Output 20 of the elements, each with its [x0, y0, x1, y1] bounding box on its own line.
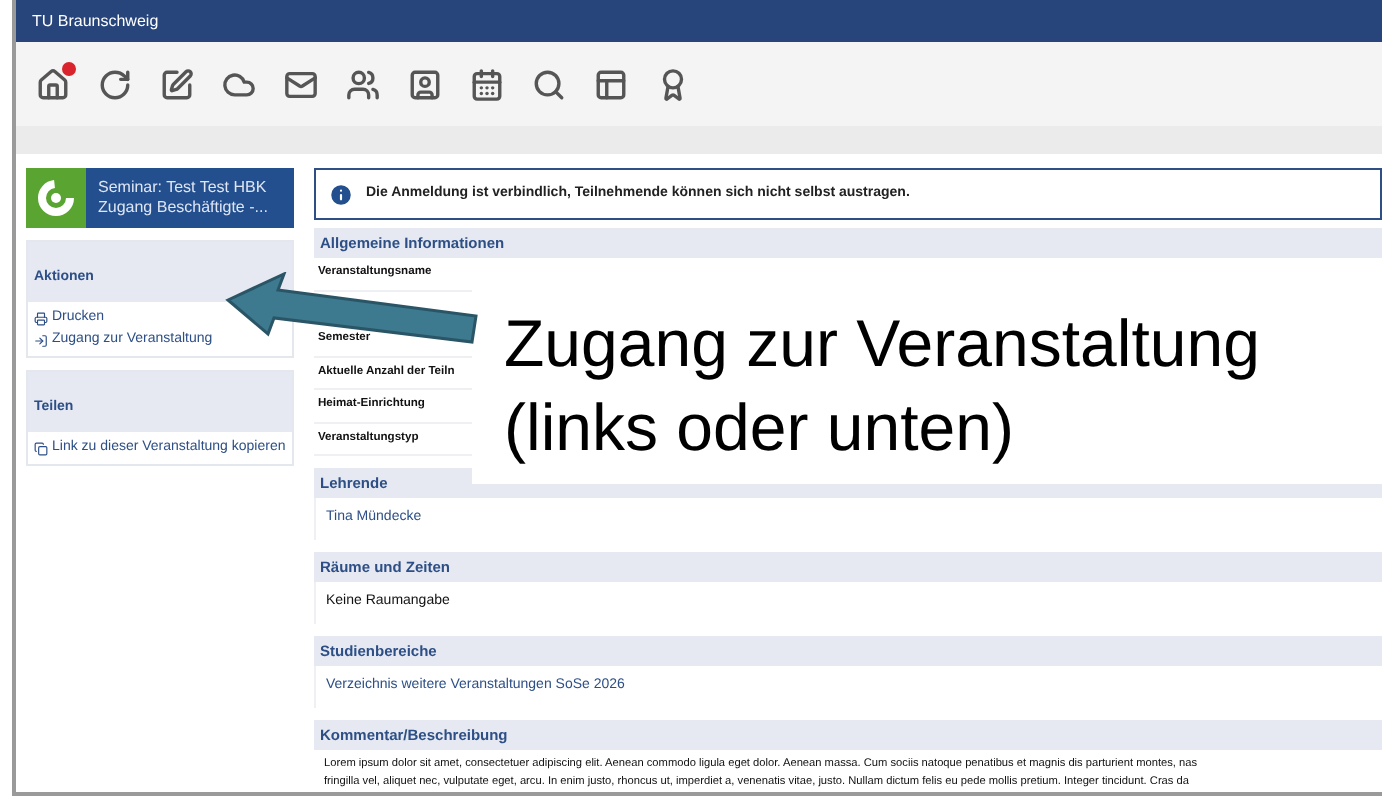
course-subtitle: Zugang Beschäftigte -... — [98, 198, 268, 218]
home-icon[interactable] — [36, 67, 70, 101]
refresh-icon[interactable] — [98, 67, 132, 101]
cloud-icon[interactable] — [222, 67, 256, 101]
mail-icon[interactable] — [284, 67, 318, 101]
copy-icon — [34, 441, 48, 455]
annotation-text: (links oder unten) — [504, 387, 1016, 468]
info-icon — [328, 181, 354, 207]
search-icon[interactable] — [532, 67, 566, 101]
logo-icon — [36, 178, 76, 218]
people-icon[interactable] — [346, 67, 380, 101]
enter-icon — [34, 333, 48, 347]
layout-icon[interactable] — [594, 67, 628, 101]
window-title: TU Braunschweig — [32, 9, 159, 33]
contact-card-icon[interactable] — [408, 67, 442, 101]
calendar-icon[interactable] — [470, 67, 504, 101]
edit-icon[interactable] — [160, 67, 194, 101]
annotation-text: Zugang zur Veranstaltung — [504, 303, 1262, 384]
course-title: Seminar: Test Test HBK — [98, 178, 268, 198]
printer-icon — [34, 311, 48, 325]
